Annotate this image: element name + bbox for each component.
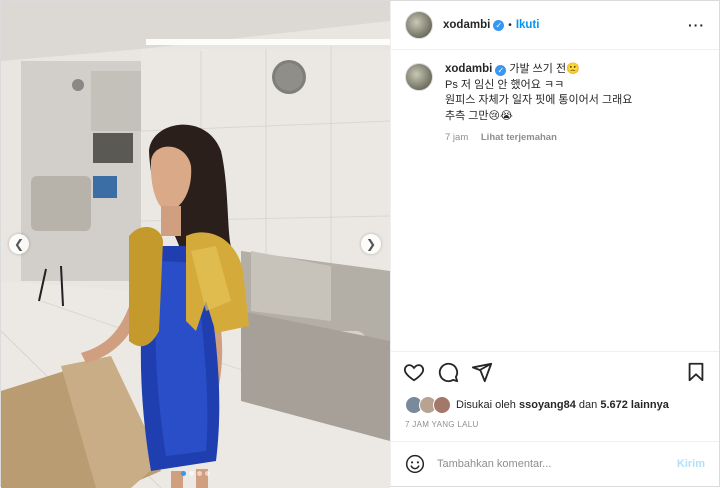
photo-illustration bbox=[1, 1, 390, 488]
action-bar bbox=[391, 351, 719, 392]
verified-badge-icon: ✓ bbox=[495, 65, 507, 76]
caption-line: Ps 저 임신 안 했어요 ㅋㅋ bbox=[445, 78, 565, 91]
likes-row: Disukai oleh ssoyang84 dan 5.672 lainnya bbox=[391, 392, 719, 414]
comment-input[interactable] bbox=[435, 457, 677, 471]
caption-meta: 7 jam Lihat terjemahan bbox=[445, 130, 632, 146]
likes-and: dan bbox=[578, 399, 598, 411]
caption-username[interactable]: xodambi bbox=[445, 63, 492, 75]
post-comment-button[interactable]: Kirim bbox=[677, 458, 705, 470]
post-header: xodambi ✓ • Ikuti ··· bbox=[391, 1, 719, 50]
avatar[interactable] bbox=[405, 11, 433, 39]
liker-avatar[interactable] bbox=[433, 396, 451, 414]
share-icon[interactable] bbox=[471, 361, 493, 383]
comments-area: xodambi ✓ 가발 쓰기 전🙁 Ps 저 임신 안 했어요 ㅋㅋ 원피스 자… bbox=[391, 50, 719, 351]
carousel-dot bbox=[197, 471, 202, 476]
verified-badge-icon: ✓ bbox=[493, 19, 505, 31]
bookmark-icon[interactable] bbox=[685, 361, 707, 383]
caption-time[interactable]: 7 jam bbox=[445, 132, 468, 143]
avatar[interactable] bbox=[405, 63, 433, 91]
caption-line: 추측 그만😢😭 bbox=[445, 109, 513, 122]
translate-link[interactable]: Lihat terjemahan bbox=[481, 132, 557, 143]
emoji-icon[interactable] bbox=[405, 454, 425, 474]
likes-user[interactable]: ssoyang84 bbox=[519, 399, 576, 411]
likes-count[interactable]: 5.672 lainnya bbox=[600, 399, 669, 411]
carousel-dot bbox=[205, 471, 210, 476]
next-arrow-icon[interactable]: ❯ bbox=[361, 234, 381, 254]
caption-line: 가발 쓰기 전🙁 bbox=[509, 63, 580, 75]
carousel-dot bbox=[189, 471, 194, 476]
carousel-dots bbox=[1, 471, 390, 476]
likes-text: Disukai oleh ssoyang84 dan 5.672 lainnya bbox=[456, 399, 669, 411]
heart-icon[interactable] bbox=[403, 361, 425, 383]
username[interactable]: xodambi bbox=[443, 19, 490, 31]
caption-body: xodambi ✓ 가발 쓰기 전🙁 Ps 저 임신 안 했어요 ㅋㅋ 원피스 자… bbox=[445, 62, 632, 146]
post-sidebar: xodambi ✓ • Ikuti ··· xodambi ✓ 가발 쓰기 전🙁 … bbox=[390, 1, 719, 486]
separator: • bbox=[508, 19, 512, 31]
comment-icon[interactable] bbox=[437, 361, 459, 383]
post-timestamp[interactable]: 7 JAM YANG LALU bbox=[391, 414, 719, 441]
prev-arrow-icon[interactable]: ❮ bbox=[9, 234, 29, 254]
caption: xodambi ✓ 가발 쓰기 전🙁 Ps 저 임신 안 했어요 ㅋㅋ 원피스 자… bbox=[405, 62, 705, 146]
instagram-post: ❮ ❯ xodambi ✓ • Ikuti ··· xodambi ✓ 가발 쓰… bbox=[0, 0, 720, 488]
caption-line: 원피스 자체가 일자 핏에 통이어서 그래요 bbox=[445, 94, 633, 106]
carousel-dot bbox=[181, 471, 186, 476]
post-image[interactable]: ❮ ❯ bbox=[1, 1, 390, 488]
follow-button[interactable]: Ikuti bbox=[516, 19, 540, 31]
more-options-icon[interactable]: ··· bbox=[688, 17, 705, 33]
likes-prefix: Disukai oleh bbox=[456, 399, 516, 411]
add-comment-bar: Kirim bbox=[391, 441, 719, 486]
